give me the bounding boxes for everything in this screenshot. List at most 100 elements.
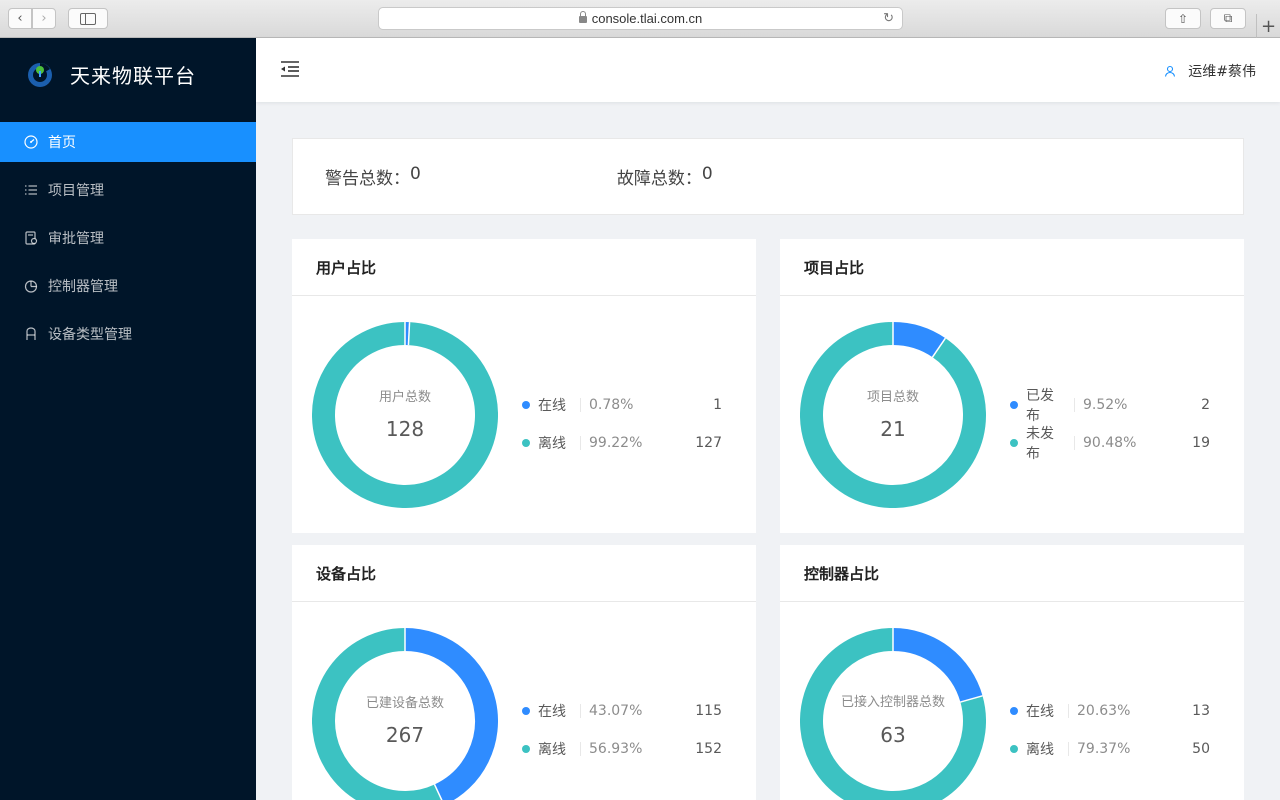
pie-chart-icon — [24, 280, 38, 293]
donut-segment[interactable] — [312, 628, 442, 800]
address-bar[interactable]: console.tlai.com.cn ↻ — [378, 7, 903, 30]
legend-percent: 99.22% — [589, 435, 643, 451]
legend-name: 已发布 — [1026, 388, 1054, 424]
legend-item[interactable]: 离线 56.93% 152 — [522, 730, 722, 768]
donut-chart — [312, 322, 498, 508]
legend-item[interactable]: 未发布 90.48% 19 — [1010, 424, 1210, 462]
legend-dot — [522, 439, 530, 447]
warning-value: 0 — [410, 164, 421, 184]
user-ratio-card: 用户占比 用户总数 128 在线 0.78% 1 离线 99.22% 127 — [292, 239, 756, 533]
legend-value: 2 — [1201, 397, 1210, 413]
legend-dot — [522, 707, 530, 715]
legend-dot — [1010, 745, 1018, 753]
sidebar-item-label: 审批管理 — [48, 231, 104, 247]
legend-item[interactable]: 离线 79.37% 50 — [1010, 730, 1210, 768]
fault-count: 故障总数： 0 — [617, 164, 713, 189]
audit-icon — [25, 231, 38, 245]
donut-segment[interactable] — [800, 322, 986, 508]
browser-sidebar-button[interactable] — [68, 8, 108, 29]
brand[interactable]: 天来物联平台 — [0, 38, 256, 110]
legend-item[interactable]: 离线 99.22% 127 — [522, 424, 722, 462]
tabs-overview-button[interactable]: ⧉ — [1210, 8, 1246, 29]
center-value: 21 — [880, 417, 906, 441]
menu-fold-icon[interactable] — [280, 60, 300, 78]
donut-segment[interactable] — [404, 628, 498, 800]
dashboard-icon — [24, 135, 38, 149]
center-label: 项目总数 — [866, 390, 919, 405]
donut-segment[interactable] — [892, 322, 946, 358]
divider — [1074, 398, 1075, 412]
forward-button[interactable]: › — [32, 8, 56, 29]
legend-name: 在线 — [538, 704, 566, 720]
legend-value: 152 — [695, 741, 722, 757]
sidebar-item-projects[interactable]: 项目管理 — [0, 170, 256, 210]
center-label: 已接入控制器总数 — [840, 695, 945, 710]
legend-dot — [522, 401, 530, 409]
legend-name: 未发布 — [1026, 426, 1054, 462]
legend-item[interactable]: 在线 43.07% 115 — [522, 692, 722, 730]
user-menu[interactable]: 运维#蔡伟 — [1164, 61, 1256, 81]
sidebar-icon — [80, 12, 96, 25]
center-value: 128 — [385, 417, 425, 441]
chevron-right-icon: › — [41, 11, 47, 26]
center-label: 已建设备总数 — [365, 696, 444, 711]
legend-dot — [1010, 401, 1018, 409]
card-title: 项目占比 — [780, 239, 1244, 296]
user-name: 运维#蔡伟 — [1188, 64, 1256, 80]
center-value: 267 — [385, 723, 425, 747]
legend-item[interactable]: 在线 0.78% 1 — [522, 386, 722, 424]
legend-percent: 9.52% — [1083, 397, 1128, 413]
warning-label: 警告总数： — [325, 169, 410, 189]
chevron-left-icon: ‹ — [17, 11, 23, 26]
sidebar-item-device-types[interactable]: 设备类型管理 — [0, 314, 256, 354]
card-title: 设备占比 — [292, 545, 756, 602]
back-button[interactable]: ‹ — [8, 8, 32, 29]
fault-label: 故障总数： — [616, 169, 702, 189]
sidebar: 天来物联平台 首页 项目管理 审批管理 控制器管理 设备类型管理 — [0, 38, 256, 800]
share-icon: ⇧ — [1177, 11, 1189, 26]
divider — [580, 742, 581, 756]
legend: 在线 0.78% 1 离线 99.22% 127 — [522, 386, 722, 462]
alarm-summary: 警告总数： 0 故障总数： 0 — [292, 138, 1244, 215]
tabs-icon: ⧉ — [1223, 11, 1233, 25]
legend-percent: 79.37% — [1077, 741, 1131, 757]
donut-segment[interactable] — [312, 322, 498, 508]
legend-dot — [1010, 439, 1018, 447]
legend-percent: 90.48% — [1083, 435, 1137, 451]
logo-icon — [28, 63, 52, 87]
legend-value: 127 — [695, 435, 722, 451]
app-title: 天来物联平台 — [70, 63, 196, 88]
legend-percent: 0.78% — [589, 397, 634, 413]
lock-icon — [578, 11, 587, 23]
browser-toolbar: ‹ › console.tlai.com.cn ↻ ⇧ ⧉ + — [0, 0, 1280, 38]
divider — [580, 398, 581, 412]
card-title: 控制器占比 — [780, 545, 1244, 602]
divider — [1068, 704, 1069, 718]
new-tab-button[interactable]: + — [1256, 14, 1280, 38]
donut-segment[interactable] — [892, 628, 983, 703]
legend-percent: 20.63% — [1077, 703, 1131, 719]
device-ratio-card: 设备占比 已建设备总数 267 在线 43.07% 115 离线 56.93% … — [292, 545, 756, 800]
legend-percent: 56.93% — [589, 741, 643, 757]
divider — [580, 704, 581, 718]
legend-name: 在线 — [1026, 704, 1054, 720]
sidebar-item-approvals[interactable]: 审批管理 — [0, 218, 256, 258]
divider — [1068, 742, 1069, 756]
share-button[interactable]: ⇧ — [1165, 8, 1201, 29]
sidebar-item-controllers[interactable]: 控制器管理 — [0, 266, 256, 306]
sidebar-item-home[interactable]: 首页 — [0, 122, 256, 162]
project-ratio-card: 项目占比 项目总数 21 已发布 9.52% 2 未发布 90.48% 19 — [780, 239, 1244, 533]
controller-ratio-card: 控制器占比 已接入控制器总数 63 在线 20.63% 13 离线 79.37%… — [780, 545, 1244, 800]
reload-icon[interactable]: ↻ — [883, 10, 894, 26]
legend-value: 13 — [1192, 703, 1210, 719]
legend-name: 离线 — [538, 742, 566, 758]
legend-dot — [522, 745, 530, 753]
legend-item[interactable]: 在线 20.63% 13 — [1010, 692, 1210, 730]
donut-chart — [800, 322, 986, 508]
legend-value: 115 — [695, 703, 722, 719]
donut-chart — [800, 628, 986, 800]
sidebar-item-label: 控制器管理 — [48, 279, 118, 295]
legend-name: 在线 — [538, 398, 566, 414]
legend-item[interactable]: 已发布 9.52% 2 — [1010, 386, 1210, 424]
device-icon — [26, 327, 36, 340]
